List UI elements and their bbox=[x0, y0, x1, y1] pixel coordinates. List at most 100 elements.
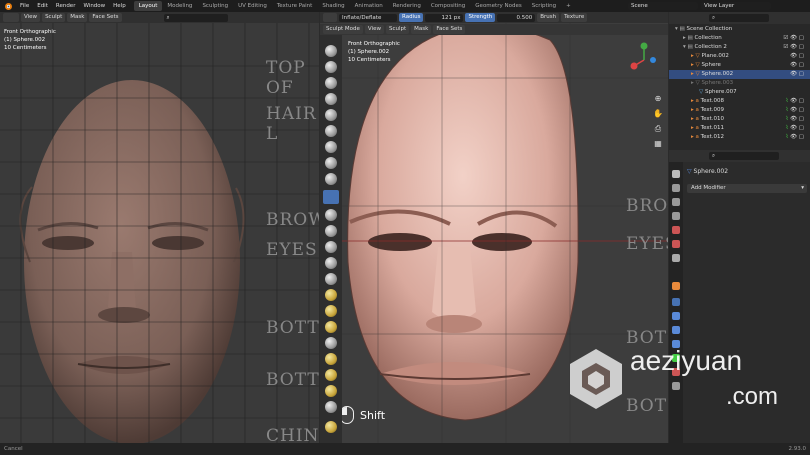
pan-hand-icon[interactable]: ✋ bbox=[652, 109, 664, 120]
left-view-menu[interactable]: View bbox=[21, 13, 41, 22]
blob-brush-icon[interactable] bbox=[325, 141, 337, 153]
outliner-row[interactable]: ▸ a Text.010 ⌇ 👁 ▢ bbox=[669, 115, 810, 124]
object-tab-icon[interactable] bbox=[672, 282, 680, 290]
scrape-brush-icon[interactable] bbox=[325, 241, 337, 253]
tab-geometry-nodes[interactable]: Geometry Nodes bbox=[470, 1, 526, 11]
add-workspace-button[interactable]: + bbox=[561, 1, 576, 11]
particles-tab-icon[interactable] bbox=[672, 312, 680, 320]
tab-modeling[interactable]: Modeling bbox=[162, 1, 197, 11]
tab-texture-paint[interactable]: Texture Paint bbox=[272, 1, 318, 11]
outliner-row[interactable]: ▸ a Text.011 ⌇ 👁 ▢ bbox=[669, 124, 810, 133]
tab-scripting[interactable]: Scripting bbox=[527, 1, 561, 11]
tab-rendering[interactable]: Rendering bbox=[388, 1, 426, 11]
clay-brush-icon[interactable] bbox=[325, 77, 337, 89]
outliner-row-selected[interactable]: ▸ ▽ Sphere.002 👁 ▢ bbox=[669, 70, 810, 79]
menu-edit[interactable]: Edit bbox=[33, 3, 52, 9]
outliner-row[interactable]: ▸ a Text.008 ⌇ 👁 ▢ bbox=[669, 97, 810, 106]
right-view-menu[interactable]: View bbox=[364, 25, 384, 34]
collection-tab-icon[interactable] bbox=[672, 254, 680, 262]
outliner-row[interactable]: ▸ a Text.009 ⌇ 👁 ▢ bbox=[669, 106, 810, 115]
tool-tab-icon[interactable] bbox=[672, 170, 680, 178]
pose-brush-icon[interactable] bbox=[325, 353, 337, 365]
sculpt-tool-icon[interactable] bbox=[323, 13, 337, 22]
clay-strips-brush-icon[interactable] bbox=[325, 93, 337, 105]
brush-name-field[interactable]: Inflate/Deflate bbox=[339, 13, 397, 22]
flatten-brush-icon[interactable] bbox=[325, 209, 337, 221]
view-layer-selector[interactable]: View Layer bbox=[701, 2, 771, 10]
pinch-brush-icon[interactable] bbox=[325, 273, 337, 285]
right-reference-label-brow: BRO bbox=[626, 196, 668, 216]
radius-value-field[interactable]: 121 px bbox=[425, 13, 464, 22]
grab-brush-icon[interactable] bbox=[325, 289, 337, 301]
world-tab-icon[interactable] bbox=[672, 240, 680, 248]
outliner-search-field[interactable]: ⌕ bbox=[709, 14, 769, 22]
properties-search-field[interactable]: ⌕ bbox=[709, 152, 779, 160]
left-search-field[interactable]: ⌕ bbox=[163, 13, 228, 22]
tab-compositing[interactable]: Compositing bbox=[426, 1, 470, 11]
nudge-brush-icon[interactable] bbox=[325, 369, 337, 381]
texture-menu[interactable]: Texture bbox=[561, 13, 588, 22]
add-modifier-button[interactable]: Add Modifier ▾ bbox=[687, 184, 807, 193]
smooth-brush-icon[interactable] bbox=[325, 173, 337, 185]
tab-animation[interactable]: Animation bbox=[350, 1, 388, 11]
render-tab-icon[interactable] bbox=[672, 184, 680, 192]
right-mask-menu[interactable]: Mask bbox=[411, 25, 432, 34]
reference-label-bottom-nose: BOTT bbox=[266, 318, 319, 338]
view-layer-tab-icon[interactable] bbox=[672, 212, 680, 220]
left-scale-label: 10 Centimeters bbox=[4, 45, 47, 51]
tab-shading[interactable]: Shading bbox=[317, 1, 349, 11]
fill-brush-icon[interactable] bbox=[325, 225, 337, 237]
menu-window[interactable]: Window bbox=[79, 3, 109, 9]
outliner-row[interactable]: ▸ a Text.012 ⌇ 👁 ▢ bbox=[669, 133, 810, 142]
outliner-row[interactable]: ▸ ▽ Sphere 👁 ▢ bbox=[669, 61, 810, 70]
outliner-panel: ⌕ ▾ ▤ Scene Collection ▸ ▤ Collection ☑ 👁… bbox=[669, 12, 810, 150]
thumb-brush-icon[interactable] bbox=[325, 337, 337, 349]
outliner-row[interactable]: ▸ ▤ Collection ☑ 👁 ▢ bbox=[669, 34, 810, 43]
tab-layout[interactable]: Layout bbox=[133, 1, 163, 11]
draw-sharp-brush-icon[interactable] bbox=[325, 61, 337, 73]
menu-help[interactable]: Help bbox=[109, 3, 130, 9]
menu-file[interactable]: File bbox=[16, 3, 33, 9]
left-sculpt-menu[interactable]: Sculpt bbox=[42, 13, 66, 22]
mask-brush-icon[interactable] bbox=[325, 401, 337, 413]
tab-uv-editing[interactable]: UV Editing bbox=[233, 1, 272, 11]
scene-selector[interactable]: Scene bbox=[628, 2, 698, 10]
strength-value-field[interactable]: 0.500 bbox=[497, 13, 536, 22]
snake-hook-brush-icon[interactable] bbox=[325, 321, 337, 333]
outliner-row[interactable]: ▸ ▽ Plane.002 👁 ▢ bbox=[669, 52, 810, 61]
output-tab-icon[interactable] bbox=[672, 198, 680, 206]
blender-logo-icon[interactable] bbox=[3, 1, 13, 11]
elastic-deform-brush-icon[interactable] bbox=[325, 305, 337, 317]
crease-brush-icon[interactable] bbox=[325, 157, 337, 169]
menu-render[interactable]: Render bbox=[52, 3, 80, 9]
physics-tab-icon[interactable] bbox=[672, 326, 680, 334]
outliner-row[interactable]: ▾ ▤ Scene Collection bbox=[669, 25, 810, 34]
draw-brush-icon[interactable] bbox=[325, 45, 337, 57]
modifier-wrench-icon[interactable] bbox=[672, 298, 680, 306]
box-mask-icon[interactable] bbox=[325, 421, 337, 433]
outliner-row[interactable]: ▸ ▽ Sphere.003 bbox=[669, 79, 810, 88]
left-face-sets-menu[interactable]: Face Sets bbox=[89, 13, 122, 22]
rotate-brush-icon[interactable] bbox=[325, 385, 337, 397]
grid-view-icon[interactable]: ▦ bbox=[652, 139, 664, 150]
object-name-label: Sphere.002 bbox=[693, 168, 729, 175]
multiplane-scrape-brush-icon[interactable] bbox=[325, 257, 337, 269]
right-face-sets-menu[interactable]: Face Sets bbox=[433, 25, 466, 34]
inflate-brush-icon[interactable] bbox=[323, 190, 339, 204]
clay-thumb-brush-icon[interactable] bbox=[325, 109, 337, 121]
layer-brush-icon[interactable] bbox=[325, 125, 337, 137]
scene-tab-icon[interactable] bbox=[672, 226, 680, 234]
zoom-icon[interactable]: ⊕ bbox=[652, 94, 664, 105]
outliner-row[interactable]: ▽ Sphere.007 bbox=[669, 88, 810, 97]
navigation-gizmo[interactable] bbox=[626, 40, 662, 80]
tab-sculpting[interactable]: Sculpting bbox=[197, 1, 233, 11]
sculpt-mode-selector[interactable]: Sculpt Mode bbox=[323, 25, 363, 34]
left-viewport[interactable]: View Sculpt Mask Face Sets ⌕ Front Ortho… bbox=[0, 12, 319, 443]
left-mask-menu[interactable]: Mask bbox=[67, 13, 88, 22]
right-sculpt-menu[interactable]: Sculpt bbox=[385, 25, 410, 34]
brush-menu[interactable]: Brush bbox=[537, 13, 560, 22]
watermark-domain: .com bbox=[726, 383, 779, 410]
outliner-row[interactable]: ▾ ▤ Collection 2 ☑ 👁 ▢ bbox=[669, 43, 810, 52]
camera-icon[interactable]: ⎙ bbox=[652, 124, 664, 135]
editor-type-icon[interactable] bbox=[3, 13, 19, 22]
